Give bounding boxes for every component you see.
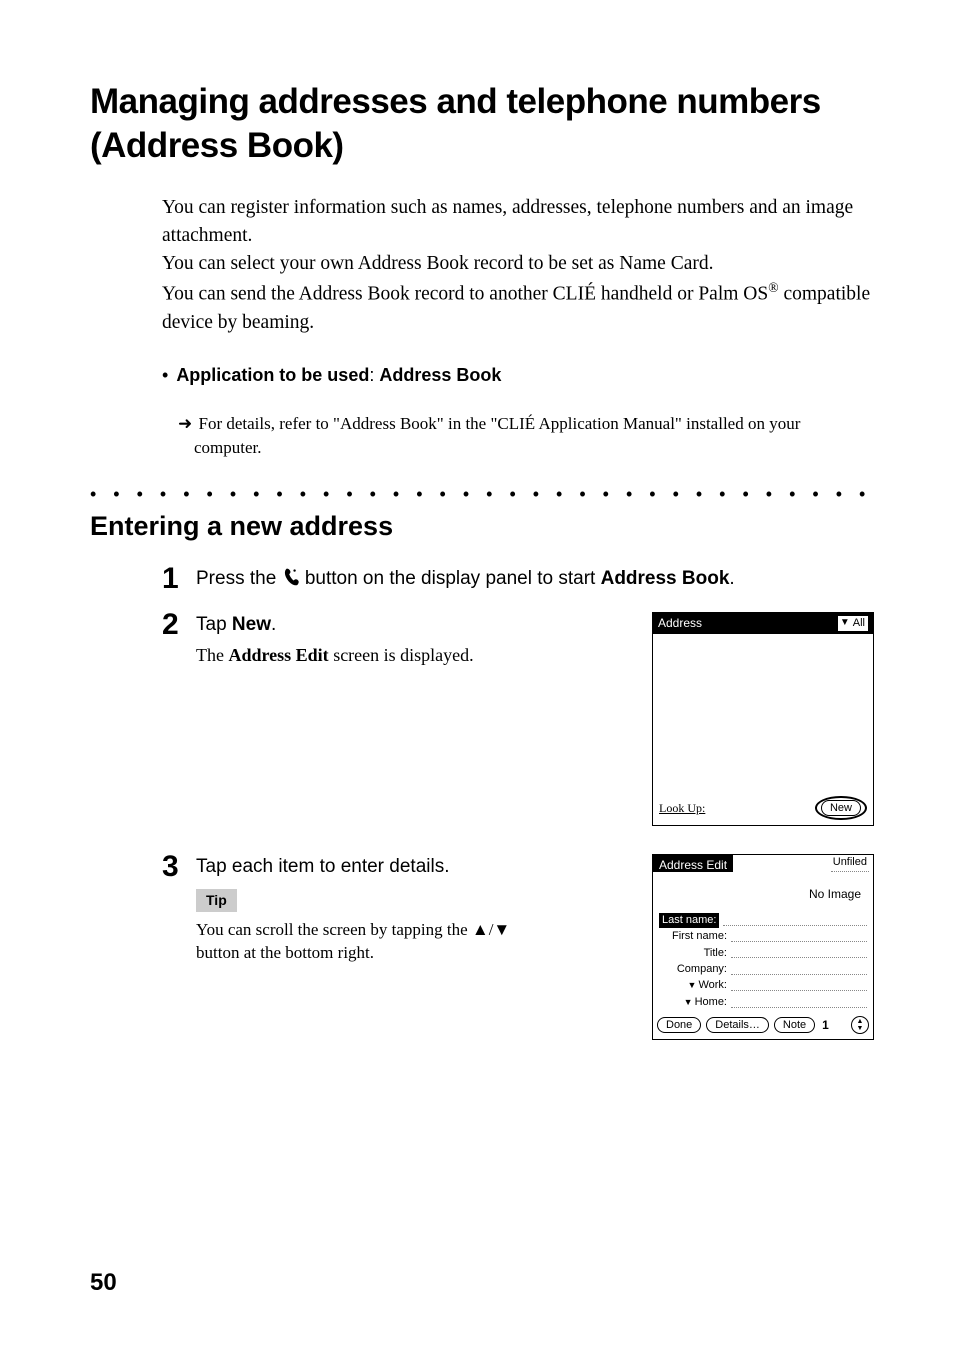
section-heading: Entering a new address <box>90 511 874 542</box>
new-button[interactable]: New <box>821 800 861 816</box>
dropdown-triangle-icon: ▼ <box>688 980 697 990</box>
ss1-title: Address <box>658 615 702 632</box>
step-2: 2 Tap New. The Address Edit screen is di… <box>162 612 874 826</box>
details-button[interactable]: Details… <box>706 1017 769 1033</box>
tip-label: Tip <box>196 889 237 913</box>
lookup-field[interactable]: Look Up: <box>659 800 809 817</box>
application-line: •Application to be used: Address Book <box>162 365 874 386</box>
intro-block: You can register information such as nam… <box>162 194 874 338</box>
detail-reference: ➜ For details, refer to "Address Book" i… <box>178 412 874 460</box>
arrow-right-icon: ➜ <box>178 414 192 433</box>
page-indicator: 1 <box>822 1017 829 1034</box>
field-company[interactable]: Company: <box>659 962 867 977</box>
step-number: 2 <box>162 610 196 640</box>
app-label: Application to be used <box>176 365 369 385</box>
tip-text: You can scroll the screen by tapping the… <box>196 919 516 965</box>
step-2-sub: The Address Edit screen is displayed. <box>196 643 624 668</box>
step-3: 3 Tap each item to enter details. Tip Yo… <box>162 854 874 1040</box>
intro-p2: You can select your own Address Book rec… <box>162 250 874 278</box>
step-1: 1 Press the button on the display panel … <box>162 566 874 594</box>
note-button[interactable]: Note <box>774 1017 815 1033</box>
step-number: 1 <box>162 564 196 594</box>
new-button-highlight: New <box>815 796 867 820</box>
address-list-screenshot: Address ▼ All Look Up: New <box>652 612 874 826</box>
ss2-category[interactable]: Unfiled <box>831 855 869 871</box>
no-image-placeholder[interactable]: No Image <box>653 872 873 913</box>
field-last-name[interactable]: Last name: <box>659 913 867 928</box>
field-home[interactable]: ▼Home: <box>659 995 867 1010</box>
app-value: Address Book <box>379 365 501 385</box>
dropdown-triangle-icon: ▼ <box>840 616 850 630</box>
page-number: 50 <box>90 1269 117 1297</box>
field-first-name[interactable]: First name: <box>659 929 867 944</box>
address-edit-screenshot: Address Edit Unfiled No Image Last name:… <box>652 854 874 1040</box>
field-title[interactable]: Title: <box>659 946 867 961</box>
done-button[interactable]: Done <box>657 1017 701 1033</box>
page-title: Managing addresses and telephone numbers… <box>90 80 874 168</box>
divider-dots: • • • • • • • • • • • • • • • • • • • • … <box>90 484 874 505</box>
address-button-icon <box>282 567 300 587</box>
intro-p3: You can send the Address Book record to … <box>162 278 874 337</box>
ss1-category-dropdown[interactable]: ▼ All <box>838 616 868 631</box>
scroll-up-down-icon[interactable]: ▲▼ <box>851 1016 869 1034</box>
dropdown-triangle-icon: ▼ <box>684 997 693 1007</box>
field-work[interactable]: ▼Work: <box>659 978 867 993</box>
step-number: 3 <box>162 852 196 882</box>
ss2-title: Address Edit <box>653 855 733 872</box>
intro-p1: You can register information such as nam… <box>162 194 874 251</box>
